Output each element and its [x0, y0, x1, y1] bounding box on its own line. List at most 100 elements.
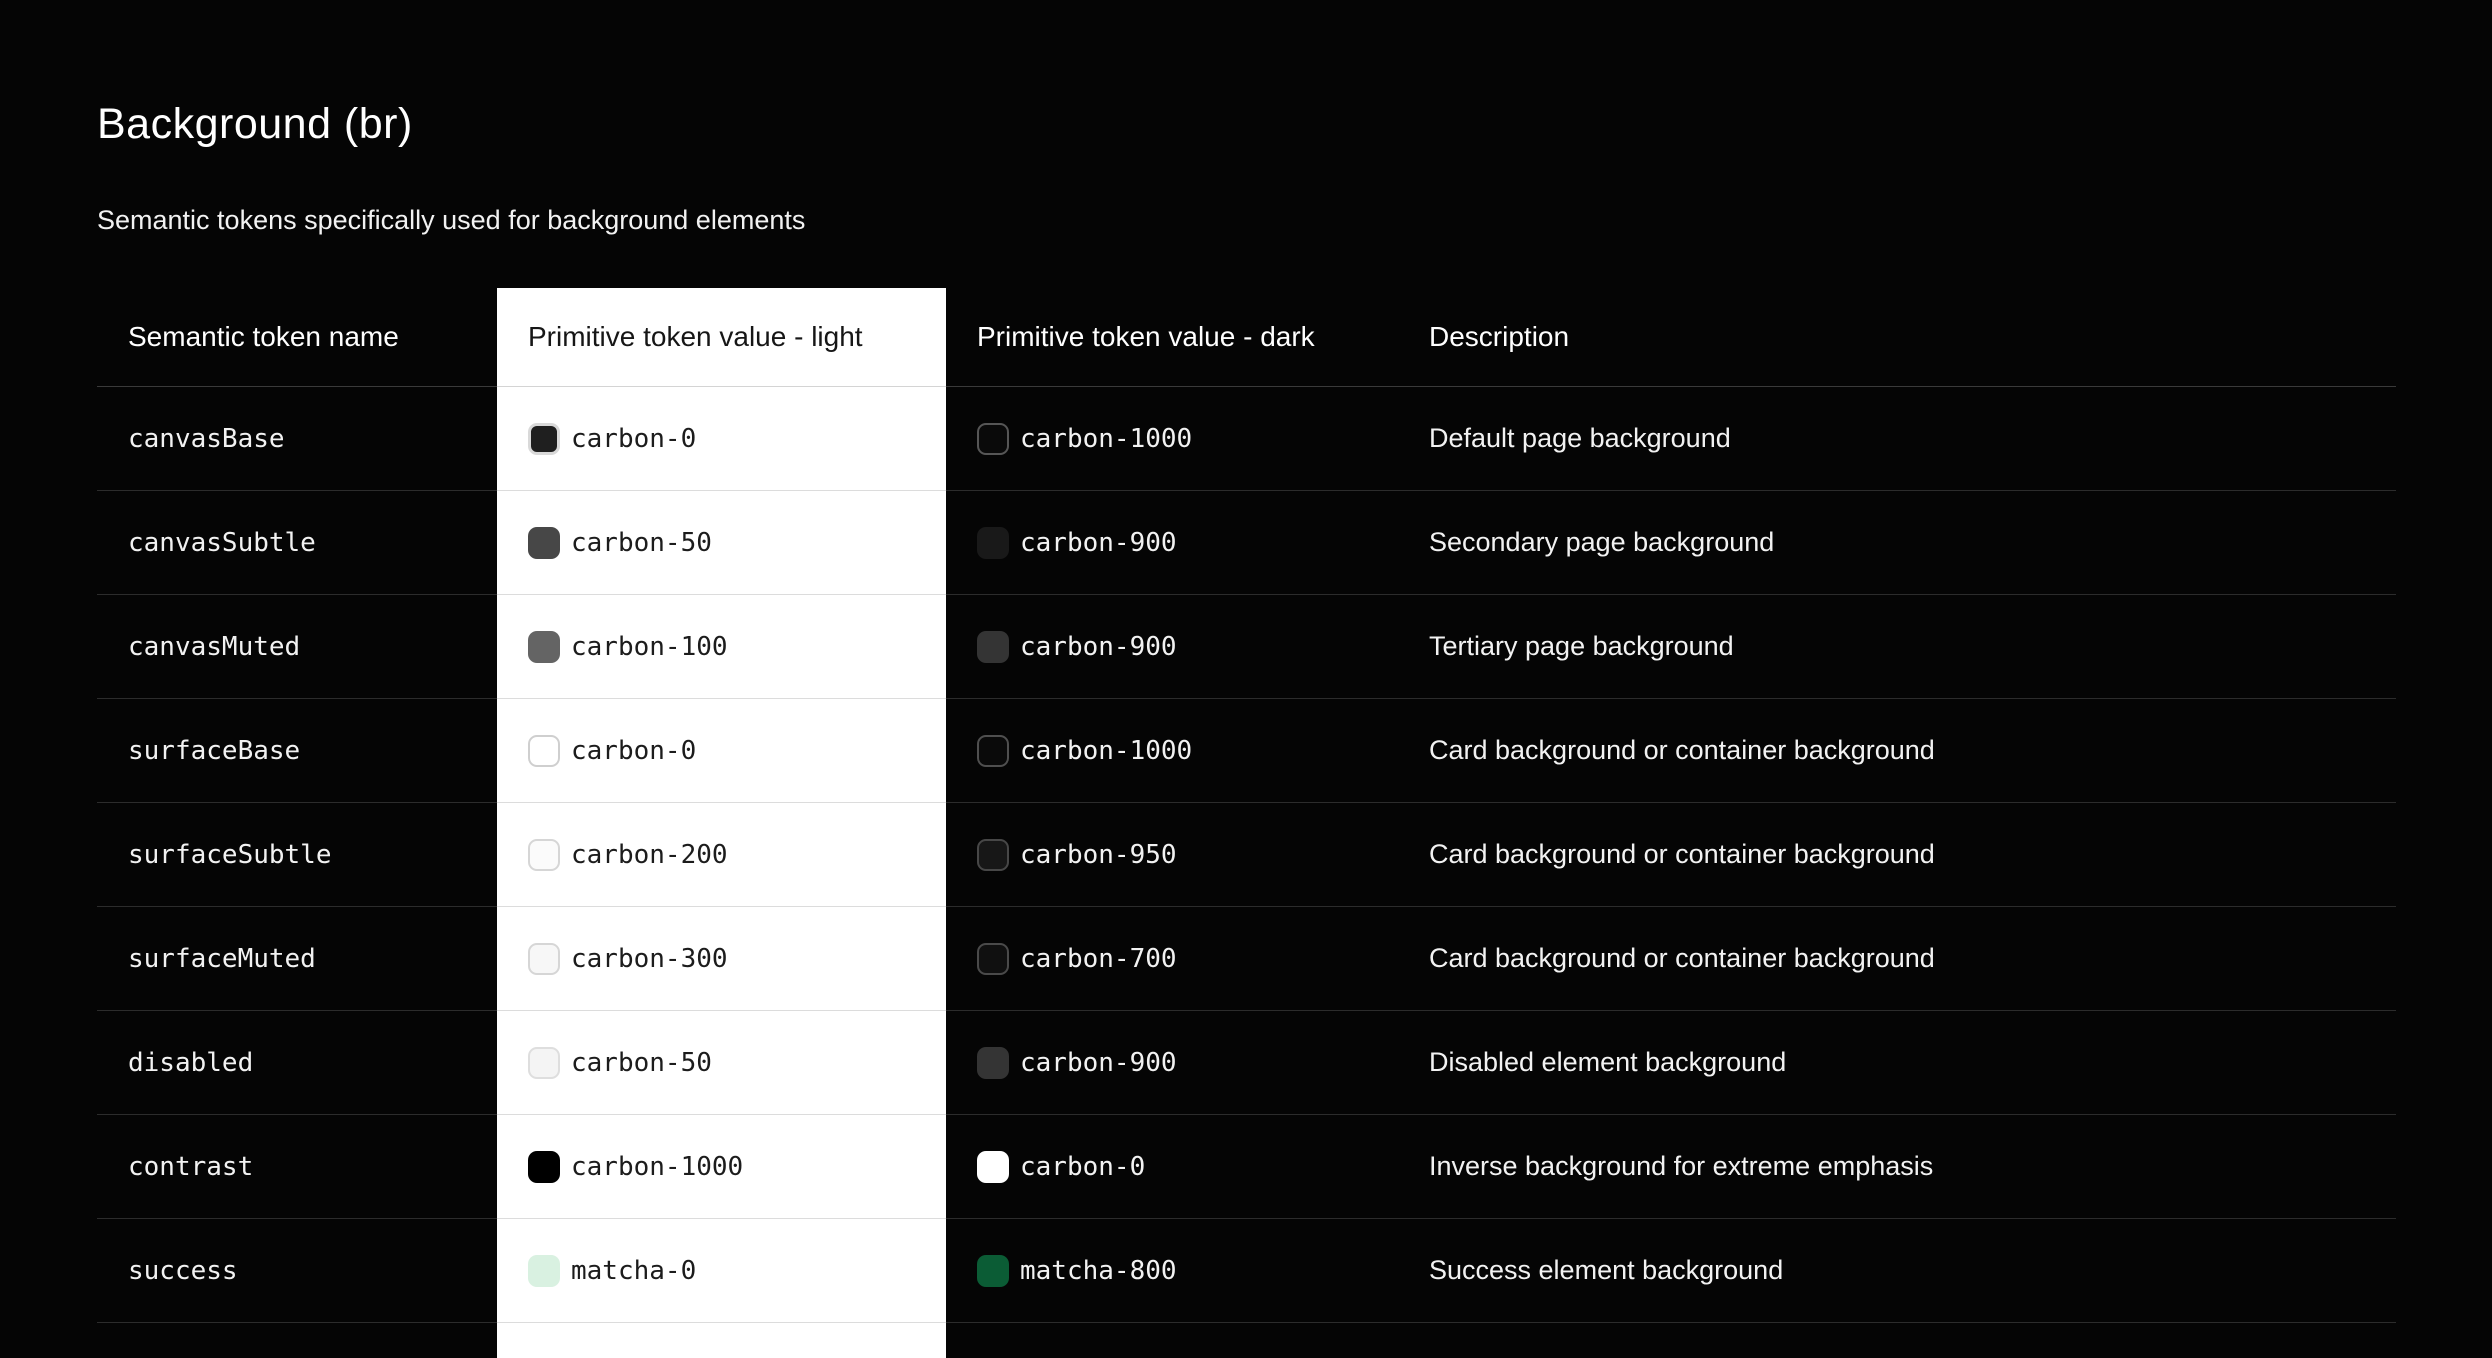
description-cell: Success element background [1398, 1219, 2396, 1323]
table-body: canvasBase carbon-0 carbon-1000 Default … [97, 387, 2396, 1323]
light-token-value: matcha-0 [571, 1255, 697, 1286]
primitive-value-dark-cell: carbon-1000 [946, 699, 1398, 803]
table-row: success matcha-0 matcha-800 Success elem… [97, 1219, 2396, 1323]
token-description: Inverse background for extreme emphasis [1429, 1151, 1934, 1181]
header-label: Primitive token value - light [528, 321, 863, 352]
light-color-swatch [528, 422, 560, 455]
table-header-row: Semantic token name Primitive token valu… [97, 288, 2396, 387]
header-label: Primitive token value - dark [977, 321, 1315, 352]
dark-color-swatch [977, 1150, 1009, 1183]
semantic-token-name-cell: surfaceBase [97, 699, 497, 803]
semantic-token-name: disabled [128, 1047, 254, 1078]
description-cell: Card background or container background [1398, 907, 2396, 1011]
semantic-token-name-cell: canvasSubtle [97, 491, 497, 595]
primitive-value-dark-cell: carbon-1000 [946, 387, 1398, 491]
description-cell: Inverse background for extreme emphasis [1398, 1115, 2396, 1219]
light-color-swatch [528, 1150, 560, 1183]
semantic-token-name: surfaceBase [128, 735, 301, 766]
dark-color-swatch [977, 942, 1009, 975]
dark-color-swatch [977, 1046, 1009, 1079]
light-token-value: carbon-50 [571, 527, 712, 558]
token-description: Tertiary page background [1429, 631, 1734, 661]
description-cell: Secondary page background [1398, 491, 2396, 595]
light-token-value: carbon-0 [571, 735, 697, 766]
dark-color-swatch [977, 630, 1009, 663]
header-description: Description [1398, 288, 2396, 387]
primitive-value-dark-cell: carbon-900 [946, 491, 1398, 595]
semantic-token-name-cell: surfaceSubtle [97, 803, 497, 907]
semantic-token-name: canvasMuted [128, 631, 301, 662]
semantic-token-name-cell: disabled [97, 1011, 497, 1115]
dark-token-value: carbon-1000 [1020, 735, 1193, 766]
token-description: Card background or container background [1429, 735, 1935, 765]
primitive-value-light-cell: carbon-50 [497, 491, 946, 595]
light-token-value: carbon-200 [571, 839, 728, 870]
token-description: Card background or container background [1429, 943, 1935, 973]
dark-color-swatch [977, 734, 1009, 767]
light-token-value: carbon-50 [571, 1047, 712, 1078]
description-cell: Card background or container background [1398, 699, 2396, 803]
primitive-value-light-cell: carbon-0 [497, 387, 946, 491]
dark-token-value: carbon-700 [1020, 943, 1177, 974]
light-token-value: carbon-1000 [571, 1151, 744, 1182]
table-row: surfaceSubtle carbon-200 carbon-950 Card… [97, 803, 2396, 907]
light-token-value: carbon-300 [571, 943, 728, 974]
page-title: Background (br) [97, 100, 413, 148]
semantic-token-name: canvasBase [128, 423, 285, 454]
token-description: Disabled element background [1429, 1047, 1787, 1077]
light-color-swatch [528, 838, 560, 871]
token-description: Success element background [1429, 1255, 1784, 1285]
table-row: surfaceMuted carbon-300 carbon-700 Card … [97, 907, 2396, 1011]
token-description: Secondary page background [1429, 527, 1775, 557]
primitive-value-dark-cell: carbon-900 [946, 1011, 1398, 1115]
primitive-value-light-cell: carbon-50 [497, 1011, 946, 1115]
semantic-token-name-cell: contrast [97, 1115, 497, 1219]
primitive-value-light-cell: carbon-0 [497, 699, 946, 803]
table-row: disabled carbon-50 carbon-900 Disabled e… [97, 1011, 2396, 1115]
dark-token-value: carbon-950 [1020, 839, 1177, 870]
primitive-value-light-cell: carbon-1000 [497, 1115, 946, 1219]
light-token-value: carbon-0 [571, 423, 697, 454]
light-color-swatch [528, 630, 560, 663]
header-primitive-value-light: Primitive token value - light [497, 288, 946, 387]
header-label: Description [1429, 321, 1570, 352]
description-cell: Tertiary page background [1398, 595, 2396, 699]
primitive-value-dark-cell: carbon-0 [946, 1115, 1398, 1219]
light-color-swatch [528, 734, 560, 767]
dark-color-swatch [977, 422, 1009, 455]
table-row: canvasBase carbon-0 carbon-1000 Default … [97, 387, 2396, 491]
semantic-token-name: canvasSubtle [128, 527, 316, 558]
token-description: Card background or container background [1429, 839, 1935, 869]
light-color-swatch [528, 942, 560, 975]
primitive-value-dark-cell: carbon-900 [946, 595, 1398, 699]
dark-color-swatch [977, 526, 1009, 559]
dark-token-value: carbon-1000 [1020, 423, 1193, 454]
header-label: Semantic token name [128, 321, 399, 352]
dark-token-value: carbon-900 [1020, 631, 1177, 662]
light-color-swatch [528, 1254, 560, 1287]
semantic-token-name-cell: surfaceMuted [97, 907, 497, 1011]
token-table: Semantic token name Primitive token valu… [97, 288, 2396, 1358]
description-cell: Card background or container background [1398, 803, 2396, 907]
token-documentation-page: { "page": { "title": "Background (br)", … [0, 0, 2492, 1358]
light-color-swatch [528, 526, 560, 559]
semantic-token-name: surfaceSubtle [128, 839, 332, 870]
semantic-token-name: contrast [128, 1151, 254, 1182]
description-cell: Disabled element background [1398, 1011, 2396, 1115]
table-row: contrast carbon-1000 carbon-0 Inverse ba… [97, 1115, 2396, 1219]
primitive-value-dark-cell: carbon-700 [946, 907, 1398, 1011]
dark-color-swatch [977, 1254, 1009, 1287]
dark-color-swatch [977, 838, 1009, 871]
semantic-token-name-cell: canvasMuted [97, 595, 497, 699]
header-semantic-token-name: Semantic token name [97, 288, 497, 387]
table-row: canvasSubtle carbon-50 carbon-900 Second… [97, 491, 2396, 595]
primitive-value-light-cell: matcha-0 [497, 1219, 946, 1323]
description-cell: Default page background [1398, 387, 2396, 491]
light-color-swatch [528, 1046, 560, 1079]
token-description: Default page background [1429, 423, 1731, 453]
table-row: canvasMuted carbon-100 carbon-900 Tertia… [97, 595, 2396, 699]
primitive-value-dark-cell: matcha-800 [946, 1219, 1398, 1323]
dark-token-value: carbon-900 [1020, 527, 1177, 558]
primitive-value-light-cell: carbon-100 [497, 595, 946, 699]
page-subtitle: Semantic tokens specifically used for ba… [97, 205, 806, 235]
